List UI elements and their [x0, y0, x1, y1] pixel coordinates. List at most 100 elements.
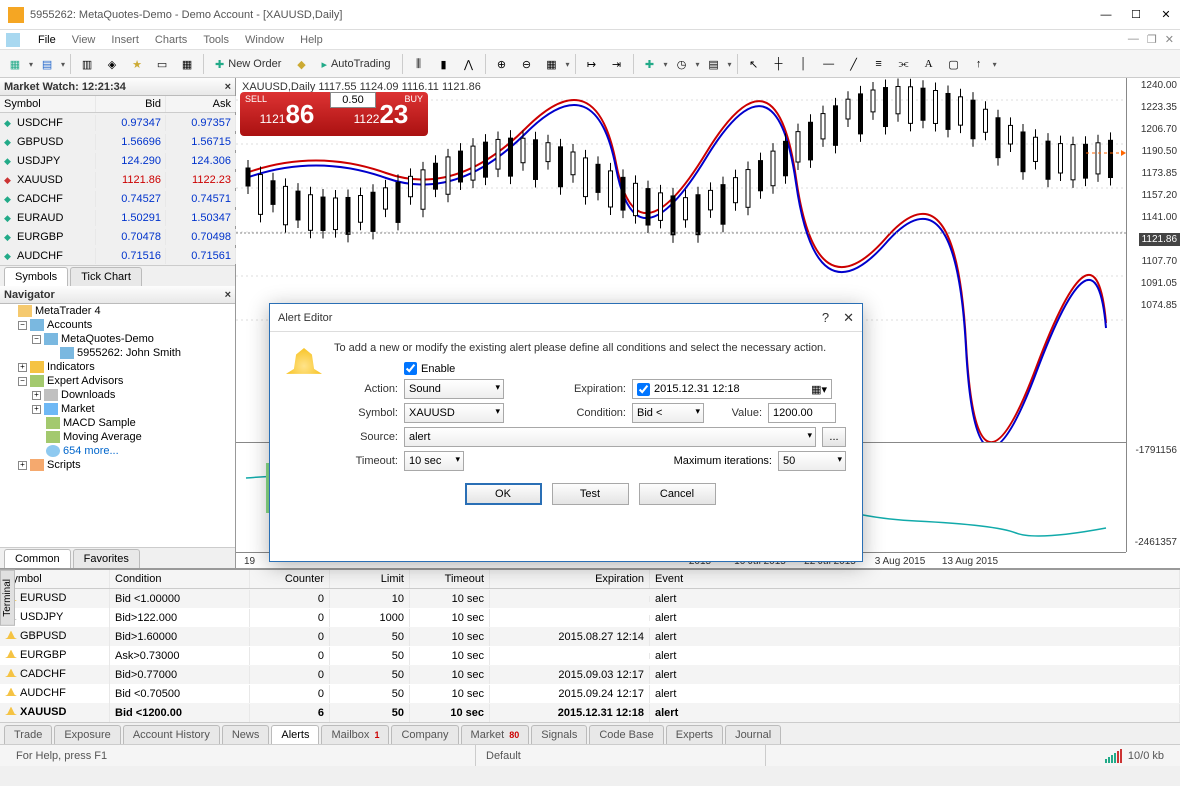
col-counter[interactable]: Counter — [250, 570, 330, 588]
terminal-tab-news[interactable]: News — [222, 725, 270, 744]
alert-row[interactable]: USDJPYBid>122.0000100010 secalert — [0, 608, 1180, 627]
col-limit[interactable]: Limit — [330, 570, 410, 588]
terminal-tab-journal[interactable]: Journal — [725, 725, 781, 744]
cursor-icon[interactable]: ↖ — [743, 53, 765, 75]
candle-chart-icon[interactable]: ▮ — [433, 53, 455, 75]
minimize-button[interactable]: — — [1100, 9, 1112, 21]
autoscroll-icon[interactable]: ↦ — [581, 53, 603, 75]
terminal-tab-market[interactable]: Market 80 — [461, 725, 530, 744]
alert-row[interactable]: CADCHFBid>0.7700005010 sec2015.09.03 12:… — [0, 665, 1180, 684]
alert-row[interactable]: XAUUSDBid <1200.0065010 sec2015.12.31 12… — [0, 703, 1180, 722]
col-expiration[interactable]: Expiration — [490, 570, 650, 588]
menu-insert[interactable]: Insert — [103, 32, 147, 48]
autotrading-button[interactable]: ▸AutoTrading — [315, 56, 396, 73]
market-watch-row[interactable]: USDJPY124.290124.306 — [0, 151, 235, 170]
menu-window[interactable]: Window — [237, 32, 292, 48]
alert-row[interactable]: EURGBPAsk>0.7300005010 secalert — [0, 646, 1180, 665]
terminal-tab-exposure[interactable]: Exposure — [54, 725, 120, 744]
mw-col-ask[interactable]: Ask — [166, 96, 236, 112]
source-select[interactable]: alert — [404, 427, 816, 447]
expand-icon[interactable]: + — [32, 405, 41, 414]
expand-icon[interactable]: − — [18, 377, 27, 386]
terminal-side-label[interactable]: Terminal — [0, 570, 15, 626]
chart-shift-icon[interactable]: ⇥ — [606, 53, 628, 75]
market-watch-row[interactable]: EURAUD1.502911.50347 — [0, 208, 235, 227]
ok-button[interactable]: OK — [465, 483, 542, 505]
periods-icon[interactable]: ◷ — [671, 53, 693, 75]
terminal-tab-alerts[interactable]: Alerts — [271, 725, 319, 744]
dialog-help-icon[interactable]: ? — [822, 310, 829, 326]
market-watch-row[interactable]: AUDCHF0.715160.71561 — [0, 246, 235, 265]
navigator-close-icon[interactable]: × — [225, 289, 231, 301]
menu-file[interactable]: File — [30, 32, 64, 48]
tab-favorites[interactable]: Favorites — [73, 549, 140, 568]
channel-icon[interactable]: ≡ — [868, 53, 890, 75]
tab-symbols[interactable]: Symbols — [4, 267, 68, 286]
status-profile[interactable]: Default — [476, 745, 766, 766]
menu-tools[interactable]: Tools — [195, 32, 237, 48]
strategy-tester-button[interactable]: ▦ — [176, 53, 198, 75]
bar-chart-icon[interactable]: ⫼ — [408, 53, 430, 75]
menu-charts[interactable]: Charts — [147, 32, 195, 48]
mdi-icon[interactable] — [6, 33, 20, 47]
col-event[interactable]: Event — [650, 570, 1180, 588]
tile-icon[interactable]: ▦ — [541, 53, 563, 75]
fibo-icon[interactable]: ⫘ — [893, 53, 915, 75]
terminal-tab-account-history[interactable]: Account History — [123, 725, 220, 744]
market-watch-row[interactable]: EURGBP0.704780.70498 — [0, 227, 235, 246]
alert-row[interactable]: AUDCHFBid <0.7050005010 sec2015.09.24 12… — [0, 684, 1180, 703]
expiration-input[interactable]: 2015.12.31 12:18▦▾ — [632, 379, 832, 399]
line-chart-icon[interactable]: ⋀ — [458, 53, 480, 75]
market-watch-row[interactable]: GBPUSD1.566961.56715 — [0, 132, 235, 151]
mdi-close-icon[interactable]: ✕ — [1165, 33, 1174, 46]
dialog-close-icon[interactable]: ✕ — [843, 310, 854, 326]
alert-row[interactable]: GBPUSDBid>1.6000005010 sec2015.08.27 12:… — [0, 627, 1180, 646]
text-icon[interactable]: A — [918, 53, 940, 75]
data-window-button[interactable]: ◈ — [101, 53, 123, 75]
close-button[interactable]: ✕ — [1160, 9, 1172, 21]
market-watch-row[interactable]: XAUUSD1121.861122.23 — [0, 170, 235, 189]
templates-icon[interactable]: ▤ — [703, 53, 725, 75]
zoom-out-icon[interactable]: ⊖ — [516, 53, 538, 75]
vline-icon[interactable]: │ — [793, 53, 815, 75]
timeout-select[interactable]: 10 sec — [404, 451, 464, 471]
terminal-tab-trade[interactable]: Trade — [4, 725, 52, 744]
market-watch-close-icon[interactable]: × — [225, 81, 231, 93]
zoom-in-icon[interactable]: ⊕ — [491, 53, 513, 75]
col-condition[interactable]: Condition — [110, 570, 250, 588]
col-timeout[interactable]: Timeout — [410, 570, 490, 588]
crosshair-icon[interactable]: ┼ — [768, 53, 790, 75]
mw-col-symbol[interactable]: Symbol — [0, 96, 96, 112]
indicators-icon[interactable]: ✚ — [639, 53, 661, 75]
tab-tick-chart[interactable]: Tick Chart — [70, 267, 142, 286]
expand-icon[interactable]: − — [32, 335, 41, 344]
expand-icon[interactable]: + — [18, 461, 27, 470]
sell-button[interactable]: SELL 112186 — [240, 92, 334, 136]
maximize-button[interactable]: ☐ — [1130, 9, 1142, 21]
condition-select[interactable]: Bid < — [632, 403, 704, 423]
menu-view[interactable]: View — [64, 32, 104, 48]
mdi-minimize-icon[interactable]: — — [1128, 33, 1139, 46]
terminal-tab-company[interactable]: Company — [391, 725, 458, 744]
mw-col-bid[interactable]: Bid — [96, 96, 166, 112]
expand-icon[interactable]: − — [18, 321, 27, 330]
value-input[interactable] — [768, 403, 836, 423]
market-watch-row[interactable]: CADCHF0.745270.74571 — [0, 189, 235, 208]
trendline-icon[interactable]: ╱ — [843, 53, 865, 75]
market-watch-button[interactable]: ▥ — [76, 53, 98, 75]
expand-icon[interactable]: + — [32, 391, 41, 400]
navigator-button[interactable]: ★ — [126, 53, 148, 75]
terminal-tab-code-base[interactable]: Code Base — [589, 725, 663, 744]
tab-common[interactable]: Common — [4, 549, 71, 568]
cancel-button[interactable]: Cancel — [639, 483, 716, 505]
mdi-restore-icon[interactable]: ❐ — [1147, 33, 1157, 46]
test-button[interactable]: Test — [552, 483, 629, 505]
arrows-icon[interactable]: ↑ — [968, 53, 990, 75]
metaeditor-button[interactable]: ◆ — [290, 53, 312, 75]
new-chart-button[interactable]: ▦ — [4, 53, 26, 75]
terminal-button[interactable]: ▭ — [151, 53, 173, 75]
max-iterations-select[interactable]: 50 — [778, 451, 846, 471]
browse-source-button[interactable]: ... — [822, 427, 846, 447]
menu-help[interactable]: Help — [292, 32, 331, 48]
col-symbol[interactable]: Symbol — [0, 570, 110, 588]
